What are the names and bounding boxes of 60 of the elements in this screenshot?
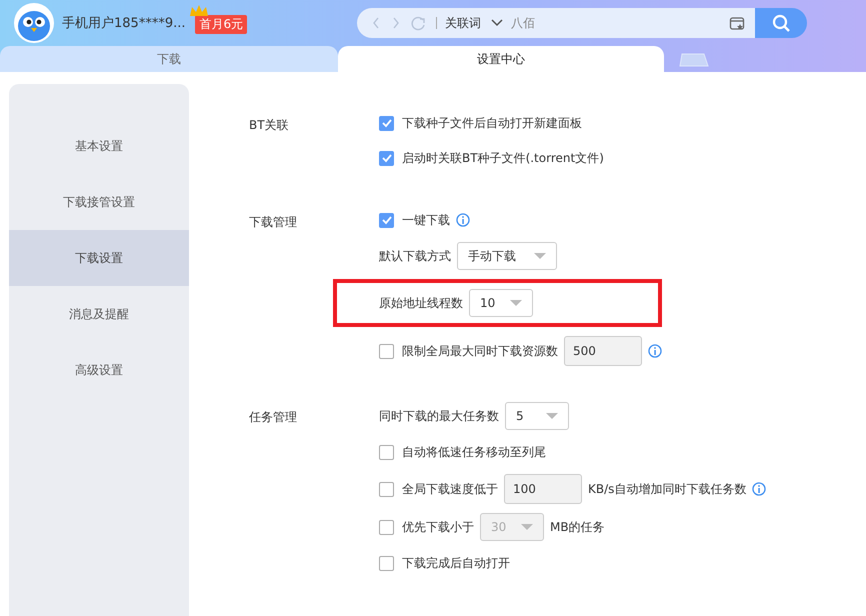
checkbox[interactable] [379, 212, 394, 228]
crown-icon [189, 4, 210, 16]
tab[interactable]: 设置中心 [338, 46, 664, 72]
info-icon[interactable] [456, 213, 470, 227]
sidebar-item[interactable]: 高级设置 [9, 342, 189, 398]
section-label: 任务管理 [249, 409, 298, 423]
section-label: BT关联 [249, 117, 290, 131]
sidebar-item[interactable]: 基本设置 [9, 118, 189, 174]
search-icon [772, 14, 790, 32]
dropdown-arrow-icon [521, 524, 533, 530]
dropdown-arrow-icon [534, 253, 546, 259]
new-tab-icon[interactable] [678, 52, 710, 68]
option-label: 一键下载 [402, 212, 450, 228]
option-label: 下载完成后自动打开 [402, 554, 510, 572]
bookmark-folder-icon[interactable] [729, 15, 746, 31]
dropdown[interactable]: 10 [469, 289, 533, 317]
checkmark-icon [380, 214, 392, 226]
dropdown-arrow-icon [546, 413, 558, 419]
back-icon[interactable] [371, 16, 382, 30]
checkmark-icon [380, 117, 392, 129]
section-label: 下载管理 [249, 214, 298, 228]
number-field[interactable]: 500 [564, 336, 642, 366]
dropdown[interactable]: 手动下载 [457, 242, 557, 270]
refresh-icon[interactable] [411, 16, 426, 30]
option-label: 自动将低速任务移动至列尾 [402, 444, 546, 460]
tab[interactable]: 下载 [0, 46, 338, 72]
field-label: 原始地址线程数 [379, 294, 463, 312]
checkbox[interactable] [379, 150, 394, 166]
option-label: KB/s自动增加同时下载任务数 [588, 480, 746, 498]
sidebar-item[interactable]: 下载接管设置 [9, 174, 189, 230]
checkbox[interactable] [379, 556, 394, 570]
option-label: 限制全局最大同时下载资源数 [402, 342, 558, 360]
checkbox[interactable] [379, 344, 394, 358]
checkbox[interactable] [379, 482, 394, 496]
checkmark-icon [380, 152, 392, 164]
bird-avatar-icon [14, 3, 54, 43]
field-label: 同时下载的最大任务数 [379, 408, 499, 424]
forward-icon[interactable] [391, 16, 402, 30]
number-field[interactable]: 100 [504, 474, 582, 504]
vip-badge[interactable]: 首月6元 [195, 14, 248, 34]
checkbox[interactable] [379, 116, 394, 130]
chevron-down-icon[interactable] [491, 19, 504, 27]
field-label: 默认下载方式 [379, 248, 451, 264]
username: 手机用户185****9... [62, 15, 186, 32]
option-label: MB的任务 [550, 518, 605, 536]
search-button[interactable] [755, 8, 808, 38]
option-label: 全局下载速度低于 [402, 480, 498, 498]
search-scope[interactable]: 关联词 [445, 14, 482, 32]
option-label: 下载种子文件后自动打开新建面板 [402, 114, 582, 132]
info-icon[interactable] [752, 482, 766, 496]
sidebar-item[interactable]: 下载设置 [9, 230, 189, 286]
sidebar-item[interactable]: 消息及提醒 [9, 286, 189, 342]
dropdown-arrow-icon [510, 300, 522, 306]
checkbox[interactable] [379, 444, 394, 460]
dropdown[interactable]: 5 [505, 402, 569, 430]
option-label: 优先下载小于 [402, 518, 474, 536]
option-label: 启动时关联BT种子文件(.torrent文件) [402, 150, 604, 166]
checkbox[interactable] [379, 520, 394, 534]
info-icon[interactable] [648, 344, 662, 358]
search-field[interactable]: 八佰 [511, 16, 692, 30]
